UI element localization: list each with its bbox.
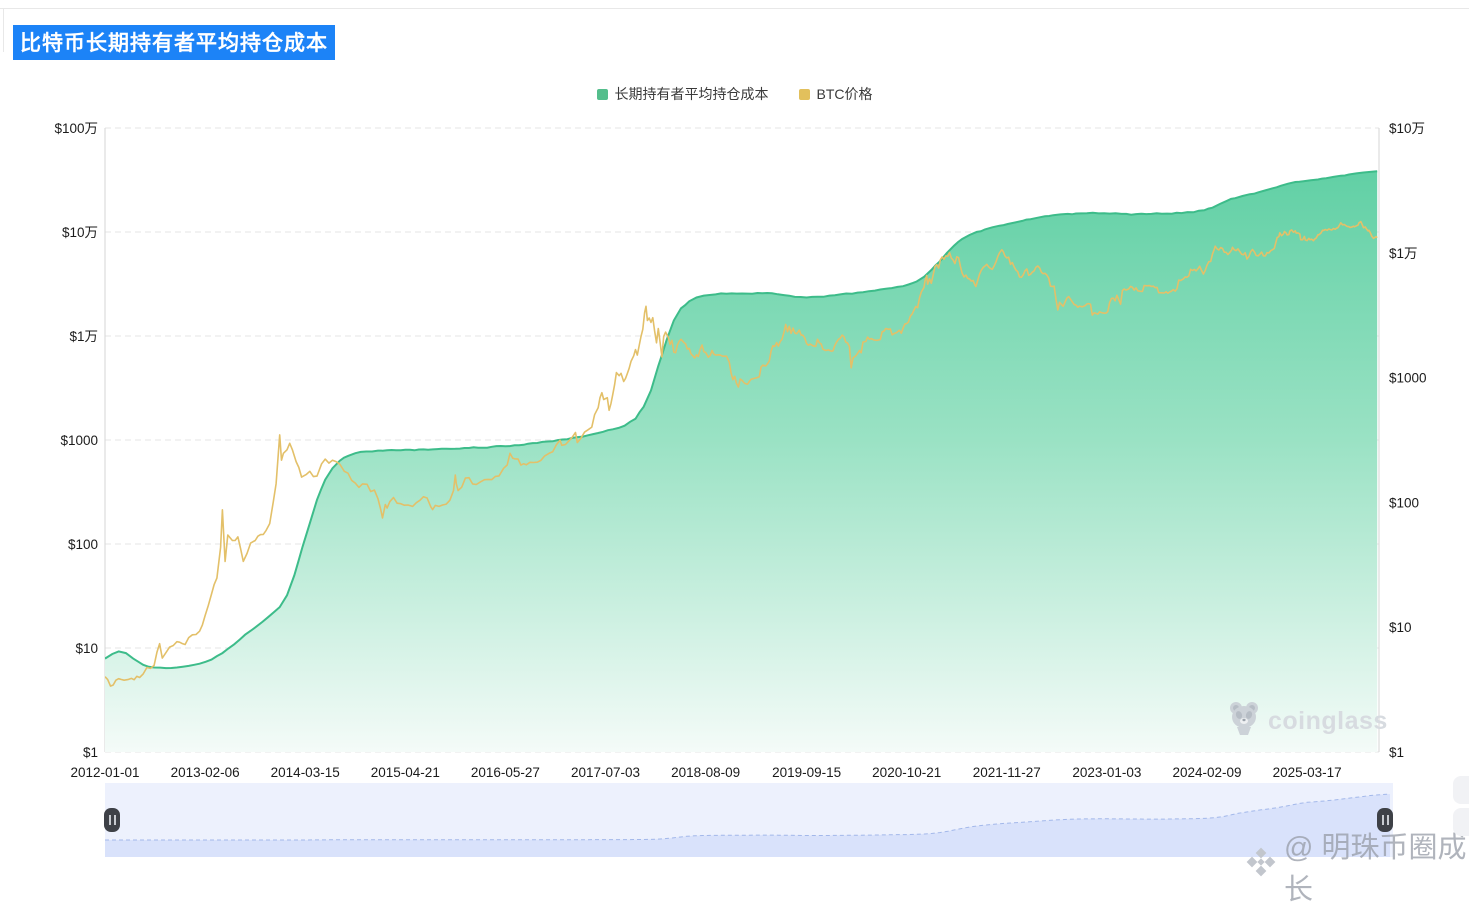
x-axis-tick: 2017-07-03 <box>571 765 640 780</box>
x-axis-tick: 2019-09-15 <box>772 765 841 780</box>
right-axis-labels: $10万 $1万 $1000 $100 $10 $1 <box>1389 121 1427 760</box>
binance-diamond-icon <box>1246 847 1276 885</box>
right-axis-tick: $1 <box>1389 745 1404 760</box>
lth-legend-marker-icon <box>596 88 608 100</box>
left-axis-tick: $1 <box>83 745 98 760</box>
floating-button-top[interactable] <box>1453 776 1469 804</box>
navigator-right-handle[interactable] <box>1377 808 1393 832</box>
right-axis-tick: $1万 <box>1389 246 1418 261</box>
floating-button-bottom[interactable] <box>1453 808 1469 836</box>
right-axis-tick: $10 <box>1389 620 1412 635</box>
left-axis-tick: $1万 <box>69 329 98 344</box>
left-axis-tick: $100万 <box>54 121 98 136</box>
right-axis-tick: $1000 <box>1389 371 1427 386</box>
coinglass-panda-icon <box>1227 700 1261 743</box>
x-axis-tick: 2025-03-17 <box>1273 765 1342 780</box>
btc-legend-marker-icon <box>798 88 810 100</box>
coinglass-watermark: coinglass <box>1227 700 1388 743</box>
navigator-left-handle[interactable] <box>104 808 120 832</box>
x-axis-tick: 2015-04-21 <box>371 765 440 780</box>
left-axis-tick: $1000 <box>60 433 98 448</box>
x-axis-tick: 2013-02-06 <box>171 765 240 780</box>
btc-legend-label: BTC价格 <box>816 86 873 102</box>
x-axis-tick: 2023-01-03 <box>1072 765 1141 780</box>
x-axis-tick: 2012-01-01 <box>70 765 139 780</box>
channel-watermark: @ 明珠币圈成长 <box>1246 824 1469 908</box>
coinglass-watermark-text: coinglass <box>1268 707 1388 735</box>
x-axis-tick: 2014-03-15 <box>271 765 340 780</box>
x-axis-tick: 2020-10-21 <box>872 765 941 780</box>
left-axis-labels: $100万 $10万 $1万 $1000 $100 $10 $1 <box>54 121 98 760</box>
x-axis-tick: 2024-02-09 <box>1172 765 1241 780</box>
left-axis-tick: $10 <box>75 641 98 656</box>
legend-item-btc[interactable]: BTC价格 <box>798 84 873 104</box>
x-axis-labels: 2012-01-01 2013-02-06 2014-03-15 2015-04-21… <box>70 765 1341 780</box>
channel-watermark-text: @ 明珠币圈成长 <box>1284 832 1467 906</box>
lth-legend-label: 长期持有者平均持仓成本 <box>614 86 769 102</box>
left-axis-tick: $100 <box>68 537 98 552</box>
x-axis-tick: 2018-08-09 <box>671 765 740 780</box>
x-axis-tick: 2016-05-27 <box>471 765 540 780</box>
x-axis-tick: 2021-11-27 <box>973 765 1041 780</box>
left-axis-tick: $10万 <box>62 225 98 240</box>
right-axis-tick: $10万 <box>1389 121 1425 136</box>
right-axis-tick: $100 <box>1389 495 1419 510</box>
legend-item-lth[interactable]: 长期持有者平均持仓成本 <box>596 84 769 104</box>
chart-legend: 长期持有者平均持仓成本 BTC价格 <box>0 84 1469 104</box>
